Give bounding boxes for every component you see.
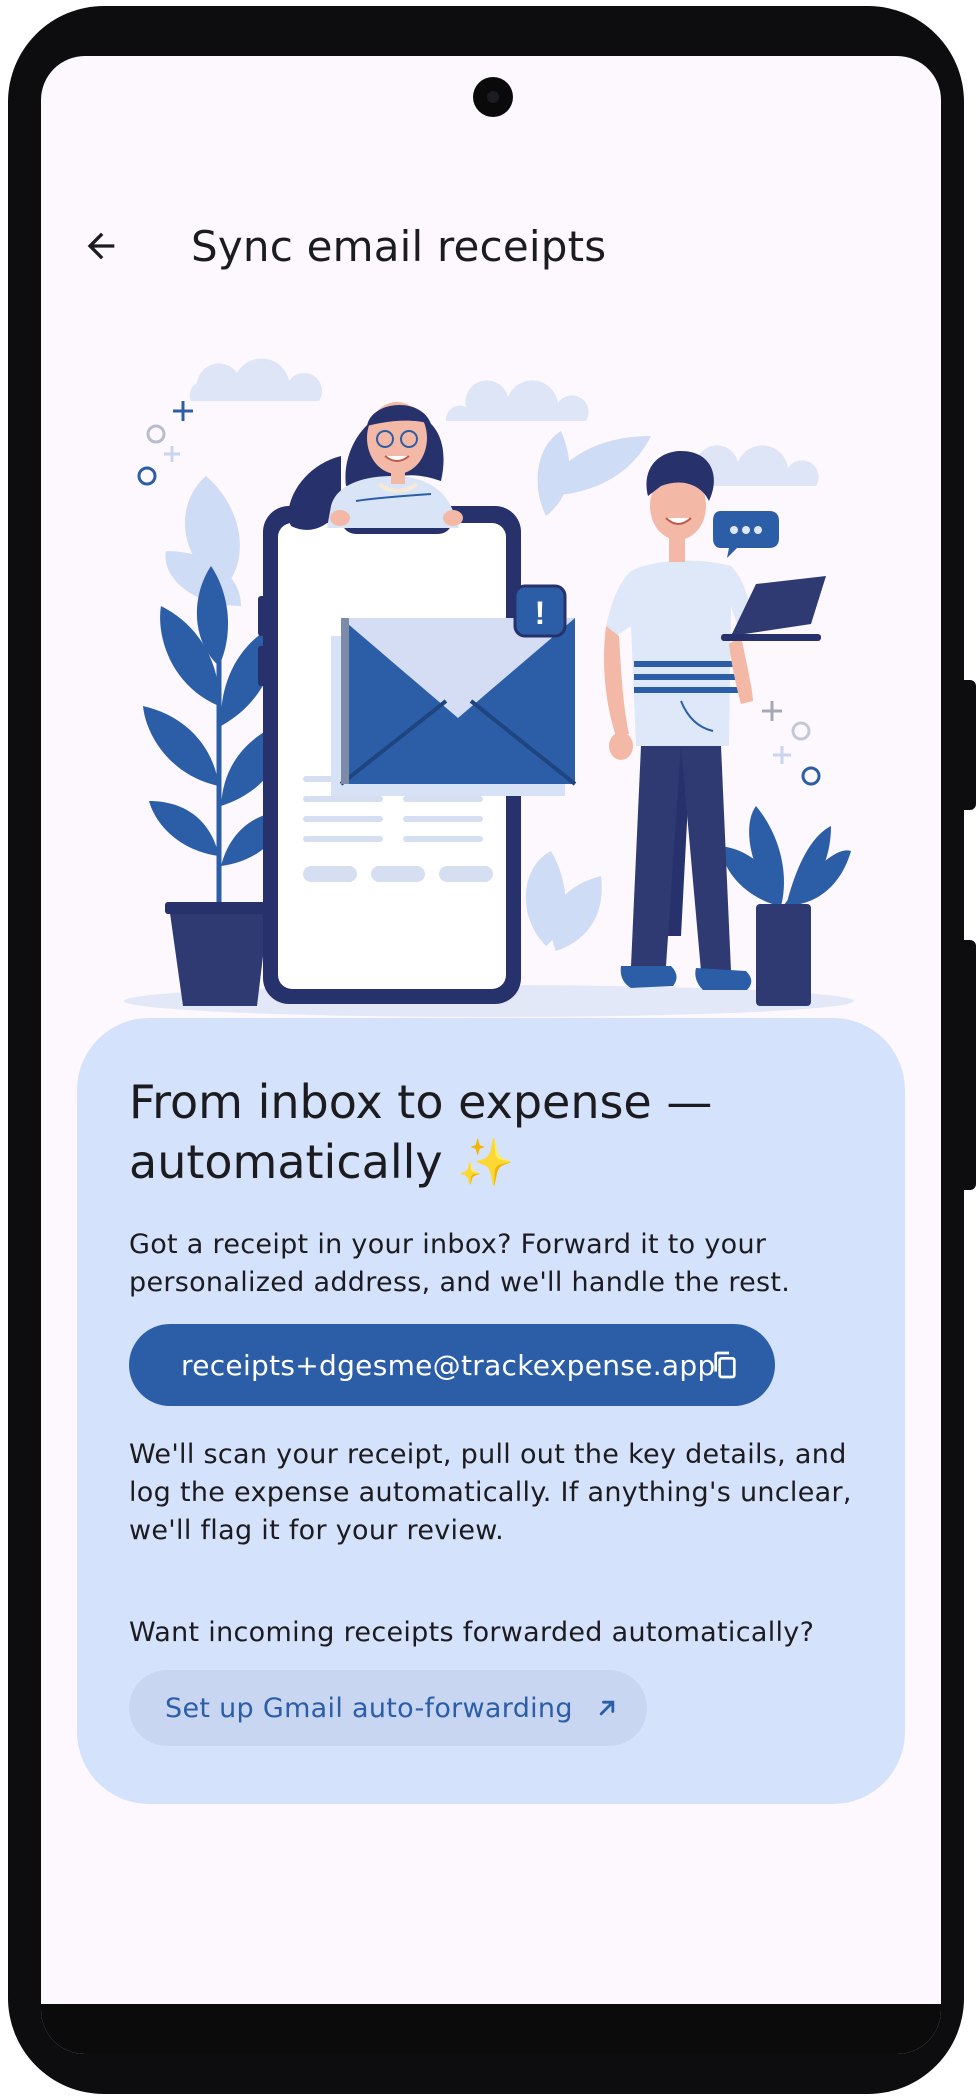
info-card: From inbox to expense — automatically ✨ … — [77, 1018, 905, 1804]
envelope-icon — [331, 618, 577, 796]
front-camera — [473, 77, 513, 117]
email-address-text: receipts+dgesme@trackexpense.app — [181, 1348, 716, 1382]
intro-text: Got a receipt in your inbox? Forward it … — [129, 1229, 791, 1298]
arrow-back-icon — [87, 232, 115, 260]
email-address-copy-button[interactable]: receipts+dgesme@trackexpense.app — [129, 1324, 775, 1406]
woman-figure — [288, 402, 463, 530]
top-app-bar: Sync email receipts — [41, 206, 941, 286]
back-button[interactable] — [69, 214, 133, 278]
screen: Sync email receipts ! From inbox to expe… — [41, 56, 941, 2054]
notification-badge-text: ! — [535, 595, 546, 631]
card-title: From inbox to expense — automatically ✨ — [129, 1075, 713, 1189]
forward-prompt-text: Want incoming receipts forwarded automat… — [129, 1617, 815, 1648]
power-button — [962, 680, 976, 810]
navigation-bar — [41, 2004, 941, 2054]
phone-frame: Sync email receipts ! From inbox to expe… — [8, 6, 964, 2094]
open-in-new-icon — [599, 1700, 615, 1716]
description-text: We'll scan your receipt, pull out the ke… — [129, 1439, 852, 1546]
gmail-button-label: Set up Gmail auto-forwarding — [165, 1692, 573, 1724]
volume-button — [962, 940, 976, 1190]
gmail-auto-forwarding-button[interactable]: Set up Gmail auto-forwarding — [129, 1670, 647, 1746]
notification-badge: ! — [513, 584, 567, 638]
email-receipts-illustration: ! — [124, 358, 854, 1017]
copy-icon — [714, 1351, 736, 1379]
cloud-shapes — [189, 358, 819, 486]
page-title: Sync email receipts — [191, 222, 607, 271]
